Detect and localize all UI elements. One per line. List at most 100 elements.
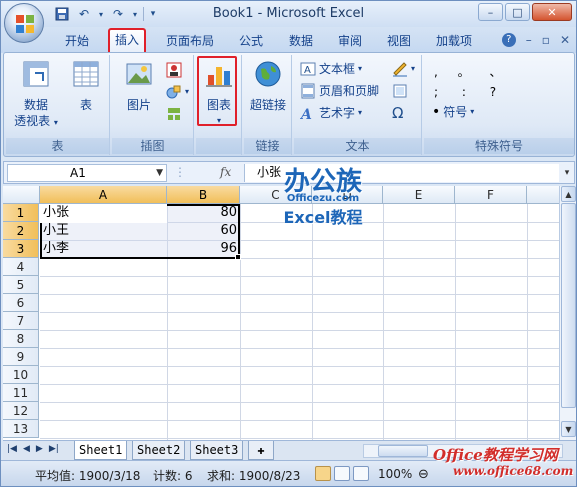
group-illustrations: 图片 ▾ 插图	[112, 55, 194, 155]
tab-home[interactable]: 开始	[59, 30, 95, 52]
tab-insert[interactable]: 插入	[108, 28, 146, 53]
symbols-row-1[interactable]: , 。 、	[434, 63, 509, 81]
horizontal-scroll-thumb[interactable]	[378, 445, 428, 457]
last-sheet-icon[interactable]: ▶|	[49, 444, 59, 454]
row-header[interactable]: 10	[3, 366, 39, 384]
row-header[interactable]: 7	[3, 312, 39, 330]
cell-A2[interactable]: 小王	[40, 222, 167, 240]
row-header[interactable]: 8	[3, 330, 39, 348]
prev-sheet-icon[interactable]: ◀	[23, 444, 30, 454]
group-table: 数据 透视表 ▾ 表 表	[6, 55, 110, 155]
column-header[interactable]: E	[383, 186, 455, 204]
symbol-button[interactable]: • 符号 ▾	[432, 103, 474, 121]
name-box[interactable]: A1 ▼	[7, 164, 167, 182]
column-header[interactable]: D	[312, 186, 383, 204]
sheet-tab-2[interactable]: Sheet2	[132, 441, 186, 460]
picture-button[interactable]: 图片	[116, 59, 162, 113]
first-sheet-icon[interactable]: |◀	[7, 444, 17, 454]
cell-A1[interactable]: 小张	[40, 204, 167, 222]
select-all-corner[interactable]	[3, 186, 40, 204]
sheet-tab-3[interactable]: Sheet3	[190, 441, 244, 460]
table-label: 表	[79, 98, 92, 112]
header-footer-icon	[301, 83, 315, 99]
ribbon-close-icon[interactable]: ✕	[560, 33, 570, 47]
restore-button[interactable]: □	[505, 3, 530, 21]
normal-view-icon[interactable]	[315, 466, 331, 481]
next-sheet-icon[interactable]: ▶	[36, 444, 43, 454]
column-header[interactable]: C	[240, 186, 312, 204]
cell-B3[interactable]: 96	[167, 240, 240, 258]
insert-sheet-icon[interactable]: ✚	[248, 441, 274, 460]
minimize-button[interactable]: –	[478, 3, 503, 21]
ribbon-minimize-icon[interactable]: –	[526, 33, 532, 47]
pivot-label-1: 数据	[23, 98, 48, 112]
column-header[interactable]: F	[455, 186, 527, 204]
ribbon-restore-icon[interactable]: ▫	[542, 33, 550, 47]
clipart-button[interactable]	[166, 61, 182, 79]
horizontal-scrollbar[interactable]	[363, 444, 563, 458]
help-icon[interactable]: ?	[501, 33, 516, 47]
page-layout-view-icon[interactable]	[334, 466, 350, 481]
row-header[interactable]: 5	[3, 276, 39, 294]
object-button[interactable]	[392, 82, 408, 100]
row-header[interactable]: 12	[3, 402, 39, 420]
chart-highlight-box	[197, 56, 237, 126]
close-button[interactable]: ✕	[532, 3, 572, 21]
column-headers: A B C D E F	[3, 186, 559, 204]
table-button[interactable]: 表	[66, 59, 106, 113]
name-box-dropdown-icon[interactable]: ▼	[156, 165, 163, 181]
expand-formula-bar-icon[interactable]: ▾	[561, 164, 573, 182]
column-header-partial[interactable]	[527, 186, 559, 204]
vertical-scrollbar[interactable]: ▲ ▼	[559, 186, 576, 440]
row-header[interactable]: 1	[3, 204, 39, 222]
tab-data[interactable]: 数据	[283, 30, 319, 52]
tab-review[interactable]: 审阅	[332, 30, 368, 52]
column-header[interactable]: B	[167, 186, 240, 204]
formula-input[interactable]: 小张	[244, 164, 559, 182]
scroll-down-icon[interactable]: ▼	[561, 421, 576, 437]
zoom-level[interactable]: 100%	[378, 467, 412, 481]
signature-line-button[interactable]: ▾	[392, 60, 415, 78]
pivot-table-button[interactable]: 数据 透视表 ▾	[12, 59, 60, 131]
row-header[interactable]: 9	[3, 348, 39, 366]
zoom-out-icon[interactable]: ⊖	[418, 467, 429, 482]
wordart-button[interactable]: A 艺术字 ▾	[300, 104, 362, 122]
vertical-scroll-thumb[interactable]	[561, 203, 576, 408]
worksheet-grid[interactable]: A B C D E F 1 2 3 4 5 6 7 8 9 10 11 12 1…	[3, 186, 559, 440]
svg-text:A: A	[300, 107, 312, 121]
ribbon-right-controls: ? – ▫ ✕	[501, 33, 570, 47]
scroll-up-icon[interactable]: ▲	[561, 186, 576, 202]
pivot-label-2: 透视表 ▾	[14, 114, 58, 128]
row-header[interactable]: 4	[3, 258, 39, 276]
cell-B1[interactable]: 80	[167, 204, 240, 222]
tab-view[interactable]: 视图	[381, 30, 417, 52]
office-button[interactable]	[4, 3, 44, 43]
tab-page-layout[interactable]: 页面布局	[159, 30, 221, 52]
group-charts: 图表 ▾	[196, 55, 242, 155]
cell-B2[interactable]: 60	[167, 222, 240, 240]
shapes-button[interactable]: ▾	[166, 83, 189, 101]
column-header[interactable]: A	[40, 186, 167, 204]
picture-label: 图片	[126, 98, 151, 112]
globe-icon	[255, 61, 281, 87]
row-header[interactable]: 11	[3, 384, 39, 402]
sheet-tab-1[interactable]: Sheet1	[74, 441, 128, 460]
page-break-view-icon[interactable]	[353, 466, 369, 481]
row-header[interactable]: 13	[3, 420, 39, 438]
row-header[interactable]: 6	[3, 294, 39, 312]
cell-A3[interactable]: 小李	[40, 240, 167, 258]
smartart-icon	[168, 108, 180, 120]
tab-addins[interactable]: 加载项	[430, 30, 478, 52]
omega-icon[interactable]: Ω	[392, 104, 403, 122]
row-header[interactable]: 2	[3, 222, 39, 240]
header-footer-button[interactable]: 页眉和页脚	[300, 82, 379, 100]
tab-formulas[interactable]: 公式	[233, 30, 269, 52]
row-header[interactable]: 3	[3, 240, 39, 258]
smartart-button[interactable]	[166, 105, 182, 123]
textbox-button[interactable]: A 文本框 ▾	[300, 60, 362, 78]
formula-bar-grip: ⋮	[174, 165, 186, 179]
hyperlink-button[interactable]: 超链接	[246, 59, 290, 113]
insert-function-icon[interactable]: fx	[220, 165, 231, 179]
symbols-row-2[interactable]: ; : ?	[434, 83, 506, 101]
group-links: 超链接 链接	[244, 55, 292, 155]
